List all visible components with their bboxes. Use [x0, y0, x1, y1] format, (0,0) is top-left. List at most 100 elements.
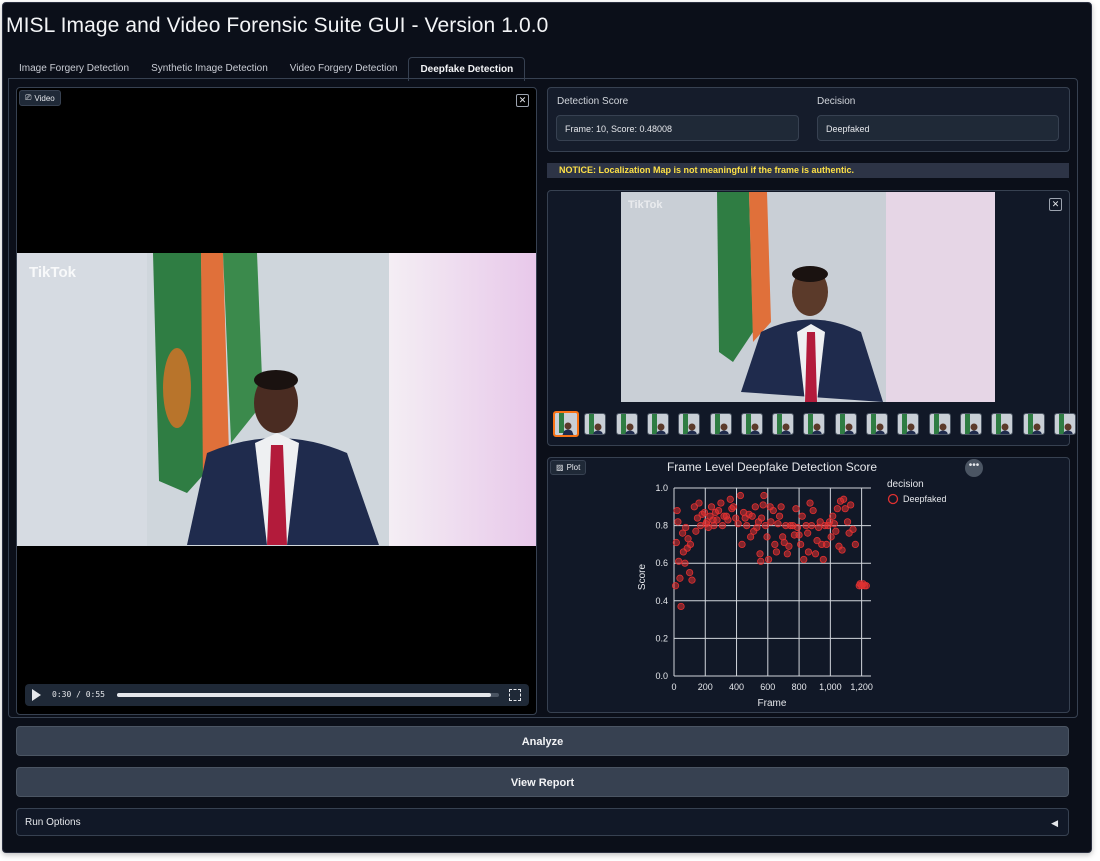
- data-point: [804, 548, 813, 556]
- data-point: [763, 533, 771, 541]
- data-point: [673, 506, 681, 515]
- chart-ylabel: Score: [637, 564, 648, 591]
- gallery-thumbnail[interactable]: [740, 413, 763, 435]
- x-tick-label: 800: [792, 682, 807, 692]
- data-point: [682, 523, 690, 532]
- data-point: [830, 520, 838, 528]
- data-point: [807, 522, 816, 530]
- tab-bar: Image Forgery Detection Synthetic Image …: [8, 57, 526, 81]
- data-point: [751, 503, 759, 511]
- gallery-thumbnail[interactable]: [709, 413, 732, 435]
- collapse-arrow-icon[interactable]: ◀: [1051, 809, 1058, 837]
- play-button[interactable]: [32, 689, 41, 701]
- data-point: [718, 522, 727, 530]
- data-point: [783, 550, 791, 558]
- data-point: [772, 548, 781, 556]
- data-point: [759, 501, 767, 509]
- tab-synthetic-image-detection[interactable]: Synthetic Image Detection: [140, 57, 279, 79]
- gallery-thumbnail[interactable]: [928, 413, 951, 435]
- fullscreen-icon[interactable]: [509, 689, 521, 701]
- data-point: [764, 555, 773, 564]
- data-point: [760, 491, 768, 500]
- data-point: [707, 503, 716, 511]
- data-point: [793, 523, 802, 532]
- gallery-thumbnail[interactable]: [678, 413, 701, 435]
- data-point: [843, 518, 852, 526]
- data-point: [767, 518, 775, 526]
- gallery-thumbnail[interactable]: [803, 413, 826, 435]
- video-time: 0:30 / 0:55: [52, 690, 105, 699]
- data-point: [713, 516, 721, 524]
- x-tick-label: 1,000: [819, 682, 842, 692]
- data-point: [692, 527, 700, 535]
- localization-notice: NOTICE: Localization Map is not meaningf…: [547, 163, 1069, 178]
- data-point: [811, 550, 820, 558]
- video-progress-bar[interactable]: [117, 693, 499, 697]
- data-point: [734, 520, 742, 528]
- decision-label: Decision: [817, 96, 856, 107]
- data-point: [729, 503, 738, 511]
- gallery-thumbnail[interactable]: [1053, 413, 1076, 435]
- video-label-text: Video: [34, 93, 55, 103]
- chart-xlabel: Frame: [758, 698, 787, 709]
- run-options-accordion[interactable]: Run Options ◀: [16, 808, 1069, 836]
- localization-map-image: [621, 192, 995, 402]
- data-point: [798, 512, 806, 520]
- data-point: [774, 520, 782, 528]
- gallery-thumbnail[interactable]: [553, 411, 579, 437]
- data-point: [757, 514, 766, 522]
- data-point: [714, 506, 723, 515]
- data-point: [676, 574, 684, 582]
- gallery-thumbnail[interactable]: [615, 413, 638, 435]
- data-point: [797, 540, 805, 549]
- gallery-thumbnail[interactable]: [897, 413, 920, 435]
- video-panel: ⎚ Video ✕ TikTok 0:30 / 0:55: [16, 87, 537, 715]
- gallery-thumbnail[interactable]: [1022, 413, 1045, 435]
- data-point: [686, 569, 694, 577]
- data-point: [681, 559, 689, 567]
- video-frame: [17, 253, 536, 546]
- video-block-label: ⎚ Video: [19, 90, 61, 106]
- gallery-thumbnail[interactable]: [866, 413, 888, 435]
- data-point: [695, 499, 703, 507]
- y-tick-label: 0.2: [655, 633, 668, 643]
- legend-label-deepfaked: Deepfaked: [903, 494, 947, 504]
- data-point: [717, 499, 725, 507]
- detection-score-field[interactable]: Frame: 10, Score: 0.48008: [556, 115, 799, 141]
- gallery-thumbnail[interactable]: [646, 413, 669, 435]
- data-point: [832, 527, 840, 535]
- view-report-button[interactable]: View Report: [16, 767, 1069, 797]
- tab-video-forgery-detection[interactable]: Video Forgery Detection: [279, 57, 409, 79]
- gallery-watermark: TikTok: [628, 199, 663, 211]
- tab-image-forgery-detection[interactable]: Image Forgery Detection: [8, 57, 140, 79]
- data-point: [686, 540, 695, 549]
- data-point: [800, 555, 808, 564]
- data-point: [738, 540, 746, 549]
- data-point: [769, 506, 777, 515]
- clear-gallery-button[interactable]: ✕: [1049, 198, 1062, 211]
- data-point: [847, 501, 855, 509]
- clear-video-button[interactable]: ✕: [516, 94, 529, 107]
- gallery-thumbnail[interactable]: [772, 413, 795, 435]
- data-point: [804, 529, 812, 537]
- data-point: [726, 495, 734, 503]
- gallery-thumbnail[interactable]: [991, 413, 1014, 435]
- x-tick-label: 1,200: [850, 682, 873, 692]
- analyze-button[interactable]: Analyze: [16, 726, 1069, 756]
- data-point: [838, 546, 846, 554]
- gallery-thumbnail[interactable]: [584, 413, 607, 435]
- video-controls: 0:30 / 0:55: [25, 684, 529, 706]
- data-point: [822, 540, 831, 549]
- x-tick-label: 200: [698, 682, 713, 692]
- gallery-panel: TikTok ✕: [547, 190, 1070, 446]
- data-point: [756, 550, 764, 558]
- decision-field[interactable]: Deepfaked: [817, 115, 1059, 141]
- gallery-thumbnail[interactable]: [959, 413, 982, 435]
- x-tick-label: 600: [760, 682, 775, 692]
- data-point: [862, 582, 870, 590]
- gallery-thumbnail[interactable]: [834, 413, 857, 435]
- detection-score-label: Detection Score: [557, 96, 629, 107]
- data-point: [777, 503, 785, 511]
- chart-title: Frame Level Deepfake Detection Score: [667, 460, 877, 474]
- data-point: [819, 555, 827, 564]
